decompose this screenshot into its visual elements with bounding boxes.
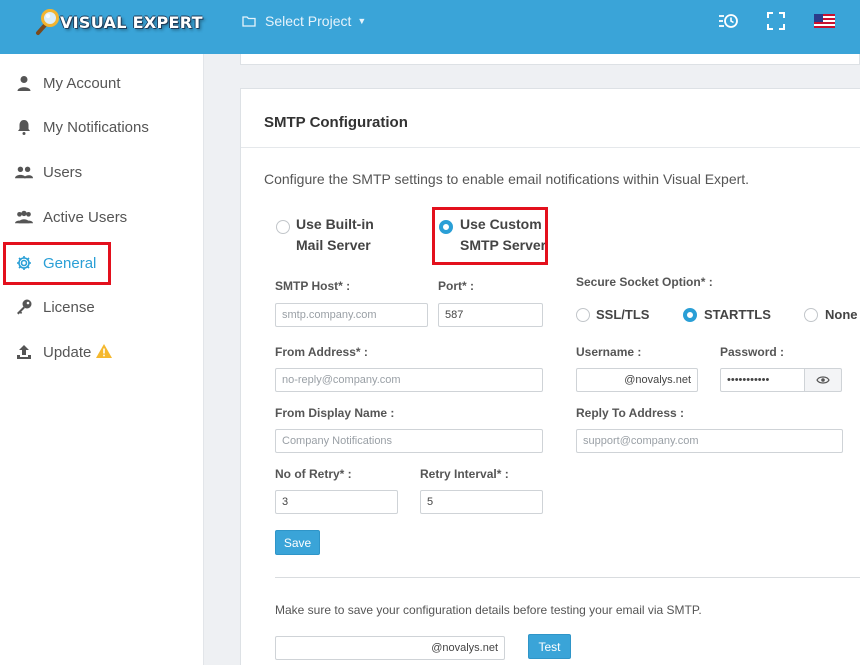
sidebar-scroll-strip [203,54,218,665]
builtin-server-label-line1: Use Built-in [296,216,374,232]
sidebar-item-label: My Account [43,74,121,92]
general-highlight-box [3,242,111,285]
test-button[interactable]: Test [528,634,571,659]
top-bar: VISUAL EXPERT Select Project ▼ [0,0,860,54]
sidebar-item-my-account[interactable]: My Account [0,68,203,98]
active-users-icon [15,208,33,226]
builtin-server-label[interactable]: Use Built-in Mail Server [296,214,374,256]
app-logo[interactable]: VISUAL EXPERT [32,8,203,36]
warning-icon [95,343,113,363]
show-password-button[interactable] [805,368,842,392]
logo-text: VISUAL EXPERT [60,12,203,32]
sidebar-item-label: License [43,298,95,316]
smtp-host-input[interactable]: smtp.company.com [275,303,428,327]
smtp-config-card: SMTP Configuration Configure the SMTP se… [240,88,860,665]
save-button[interactable]: Save [275,530,320,555]
starttls-label[interactable]: STARTTLS [704,304,771,325]
display-name-input[interactable]: Company Notifications [275,429,543,453]
display-name-label: From Display Name : [275,406,395,420]
smtp-host-label: SMTP Host* : [275,279,351,293]
section-divider [275,577,860,578]
sidebar-item-update[interactable]: Update [0,337,203,367]
sidebar-item-my-notifications[interactable]: My Notifications [0,112,203,142]
fullscreen-icon[interactable] [766,11,786,31]
us-flag-icon[interactable] [813,11,835,31]
username-input[interactable]: @novalys.net [576,368,698,392]
key-icon [15,298,33,316]
project-select[interactable]: Select Project ▼ [242,12,366,30]
title-divider [241,147,860,148]
none-label[interactable]: None [825,304,858,325]
users-icon [15,163,33,181]
password-input[interactable]: ••••••••••• [720,368,805,392]
bell-icon [15,118,33,136]
magnifier-icon [32,7,62,37]
retry-input[interactable]: 3 [275,490,398,514]
sidebar-item-users[interactable]: Users [0,157,203,187]
ssl-tls-radio[interactable] [576,308,590,322]
starttls-radio[interactable] [683,308,697,322]
from-address-input[interactable]: no-reply@company.com [275,368,543,392]
from-address-label: From Address* : [275,345,368,359]
test-email-input[interactable]: @novalys.net [275,636,505,660]
retry-interval-label: Retry Interval* : [420,467,509,481]
sidebar-item-label: Users [43,163,83,181]
sidebar-item-label: My Notifications [43,118,149,136]
eye-icon [816,376,830,384]
smtp-description: Configure the SMTP settings to enable em… [264,171,750,187]
ssl-tls-label[interactable]: SSL/TLS [596,304,649,325]
password-label: Password : [720,345,785,359]
chevron-down-icon: ▼ [357,16,367,26]
builtin-server-radio[interactable] [276,220,290,234]
retry-interval-input[interactable]: 5 [420,490,543,514]
history-icon[interactable] [718,11,738,31]
custom-smtp-highlight-box [432,207,548,265]
retry-label: No of Retry* : [275,467,352,481]
port-input[interactable]: 587 [438,303,543,327]
folder-icon [242,16,256,27]
none-radio[interactable] [804,308,818,322]
project-select-label: Select Project [265,13,352,29]
test-note: Make sure to save your configuration det… [275,603,702,617]
port-label: Port* : [438,279,474,293]
reply-to-input[interactable]: support@company.com [576,429,843,453]
secure-socket-label: Secure Socket Option* : [576,275,713,289]
reply-to-label: Reply To Address : [576,406,685,420]
sidebar-item-label: Update [43,343,92,361]
user-icon [15,74,33,92]
upload-icon [15,343,33,361]
sidebar-item-label: Active Users [43,208,128,226]
sidebar-item-license[interactable]: License [0,292,203,322]
builtin-server-label-line2: Mail Server [296,237,371,253]
card-title: SMTP Configuration [264,114,408,131]
previous-card-bottom [240,54,860,65]
username-label: Username : [576,345,642,359]
sidebar-item-active-users[interactable]: Active Users [0,202,203,232]
